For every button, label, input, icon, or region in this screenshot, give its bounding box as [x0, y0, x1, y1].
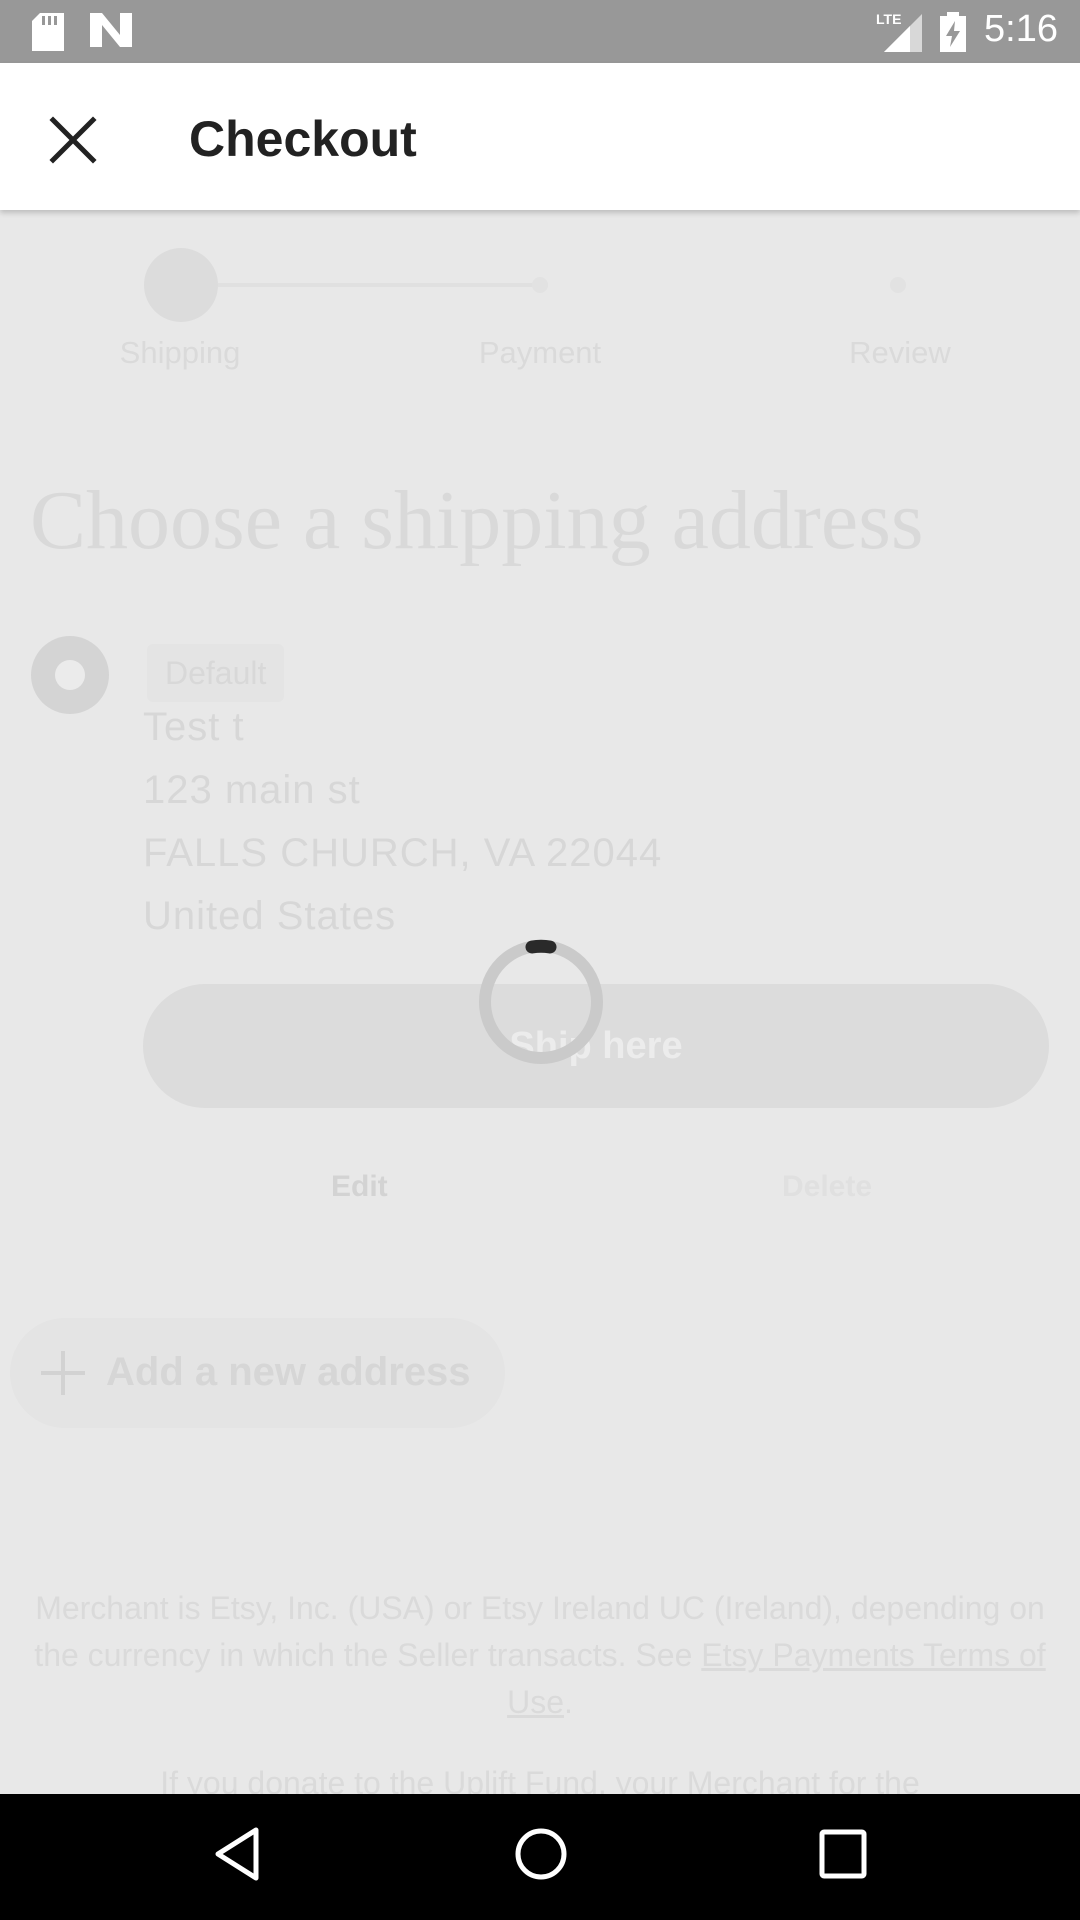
home-icon[interactable] [514, 1826, 568, 1887]
address-radio[interactable] [31, 636, 109, 714]
edit-address-link[interactable]: Edit [331, 1170, 388, 1204]
address-name: Test t [143, 705, 245, 749]
loading-spinner-icon [477, 938, 605, 1071]
svg-text:LTE: LTE [876, 11, 901, 27]
app-bar: Checkout [0, 63, 1080, 210]
default-badge: Default [147, 644, 285, 702]
checkout-stepper: Shipping Payment Review [0, 210, 1080, 380]
add-new-address-button[interactable]: Add a new address [10, 1318, 505, 1428]
back-icon[interactable] [212, 1826, 262, 1887]
system-nav-bar [0, 1794, 1080, 1920]
merchant-legal-text: Merchant is Etsy, Inc. (USA) or Etsy Ire… [30, 1585, 1050, 1726]
address-country: United States [143, 894, 397, 938]
signal-lte-icon: LTE [876, 10, 922, 57]
battery-charging-icon [940, 12, 966, 57]
recents-icon[interactable] [818, 1826, 868, 1887]
n-logo-icon [90, 13, 132, 52]
address-street: 123 main st [143, 768, 361, 812]
status-time: 5:16 [984, 8, 1058, 50]
step-label-payment: Payment [478, 335, 602, 370]
status-bar: LTE 5:16 [0, 0, 1080, 63]
plus-icon [38, 1348, 88, 1403]
step-progress-line [218, 283, 548, 287]
step-label-review: Review [849, 335, 951, 370]
add-new-address-label: Add a new address [106, 1350, 471, 1394]
section-heading: Choose a shipping address [30, 474, 924, 567]
close-icon[interactable] [48, 115, 98, 170]
step-review-dot [890, 277, 906, 293]
step-payment-dot [532, 277, 548, 293]
step-shipping-dot [144, 248, 218, 322]
legal-period: . [564, 1684, 573, 1720]
uplift-fund-text: If you donate to the Uplift Fund, your M… [160, 1765, 920, 1794]
page-title: Checkout [189, 111, 417, 167]
step-label-shipping: Shipping [119, 335, 241, 370]
address-city: FALLS CHURCH, VA 22044 [143, 831, 663, 875]
delete-address-link[interactable]: Delete [782, 1170, 872, 1204]
sd-card-icon [32, 13, 64, 56]
